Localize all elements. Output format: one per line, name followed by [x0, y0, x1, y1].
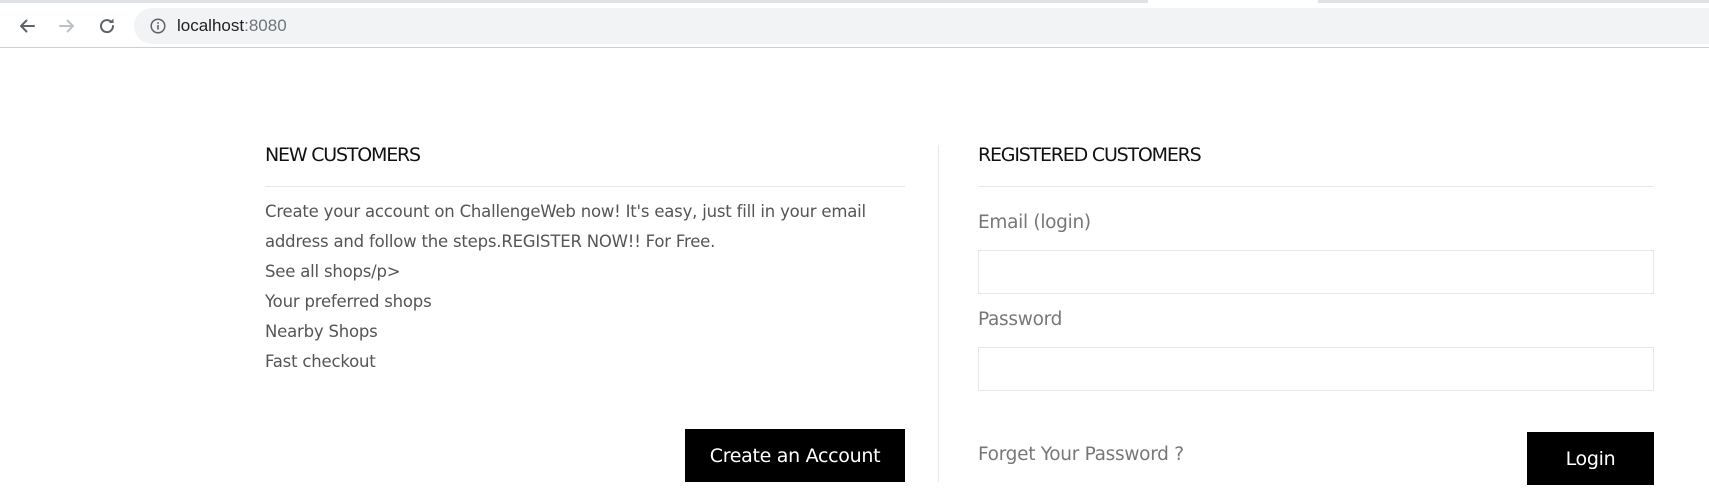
password-field[interactable] [978, 347, 1654, 391]
password-label: Password [978, 309, 1063, 330]
email-field[interactable] [978, 250, 1654, 294]
back-button[interactable] [12, 11, 42, 41]
section-divider [978, 186, 1654, 187]
registered-customers-section: REGISTERED CUSTOMERS Email (login) Passw… [978, 49, 1654, 490]
forgot-password-link[interactable]: Forget Your Password ? [978, 444, 1184, 465]
new-customers-title: NEW CUSTOMERS [265, 144, 421, 166]
intro-text-line: Create your account on ChallengeWeb now!… [265, 202, 866, 221]
column-divider [938, 145, 939, 482]
reload-icon [100, 18, 115, 34]
intro-text-line: address and follow the steps.REGISTER NO… [265, 232, 716, 251]
registered-customers-title: REGISTERED CUSTOMERS [978, 144, 1202, 166]
section-divider [265, 186, 905, 187]
new-customers-text: Create your account on ChallengeWeb now!… [265, 197, 905, 377]
page-content: NEW CUSTOMERS Create your account on Cha… [0, 49, 1709, 490]
arrow-right-icon [59, 19, 74, 33]
create-account-button[interactable]: Create an Account [685, 429, 905, 482]
address-bar[interactable]: localhost:8080 [134, 8, 1709, 44]
login-button[interactable]: Login [1527, 432, 1654, 485]
fast-checkout-item: Fast checkout [265, 352, 376, 371]
arrow-left-icon [20, 19, 35, 33]
url-host: localhost [177, 16, 245, 35]
info-circle-icon[interactable] [150, 18, 166, 34]
nearby-shops-item: Nearby Shops [265, 322, 378, 341]
reload-button[interactable] [92, 11, 122, 41]
browser-toolbar: localhost:8080 [0, 3, 1709, 48]
url-port: :8080 [244, 16, 287, 35]
forward-button[interactable] [52, 11, 82, 41]
url-text[interactable]: localhost:8080 [177, 16, 287, 36]
preferred-shops-item: Your preferred shops [265, 292, 432, 311]
email-label: Email (login) [978, 212, 1091, 233]
see-all-shops-item: See all shops/p> [265, 262, 401, 281]
new-customers-section: NEW CUSTOMERS Create your account on Cha… [265, 49, 905, 490]
